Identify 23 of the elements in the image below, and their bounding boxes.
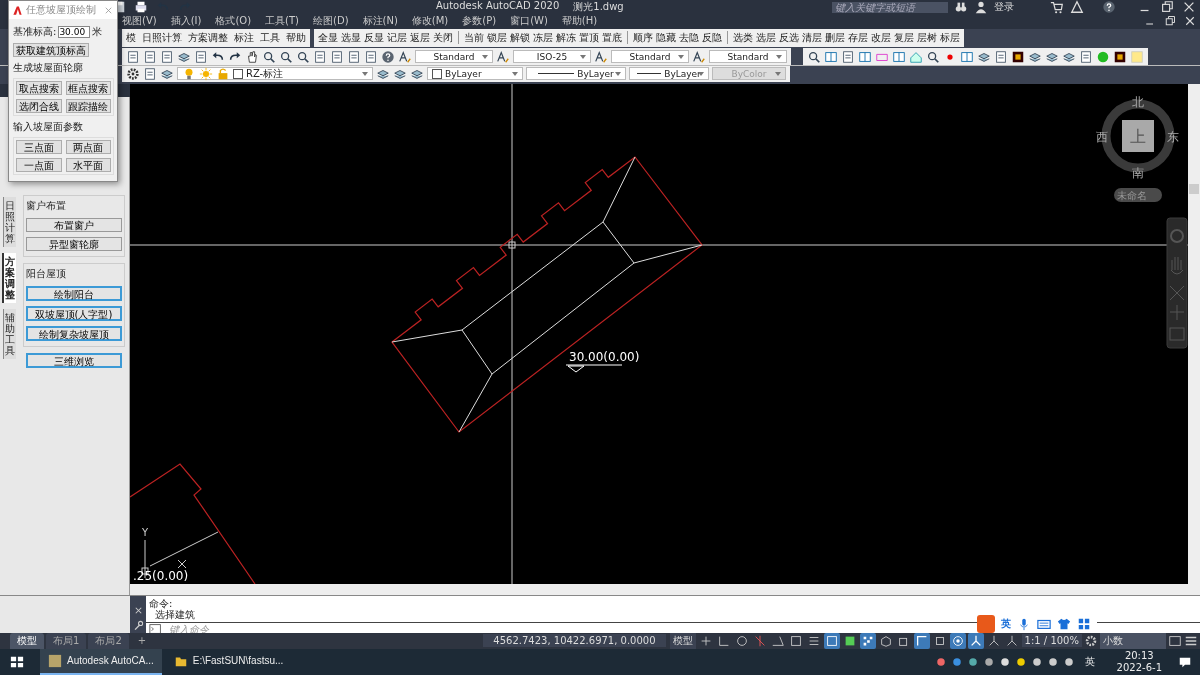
- group-title: 输入坡屋面参数: [13, 120, 84, 134]
- field-label: 基准标高:: [13, 25, 57, 39]
- command-history-line: 命令:: [149, 597, 173, 609]
- unit-label: 米: [92, 25, 103, 39]
- group-title: 窗户布置: [25, 198, 66, 213]
- file-name: 测光1.dwg: [573, 0, 624, 14]
- date: 2022-6-1: [1116, 661, 1162, 674]
- compass-label: 北: [1132, 94, 1144, 109]
- group-title: 生成坡屋面轮廓: [13, 61, 84, 75]
- dimension-text: .25(0.00): [133, 568, 189, 583]
- compass-label: 东: [1167, 129, 1179, 144]
- time: 20:13: [1124, 649, 1154, 662]
- group-title: 阳台屋顶: [25, 266, 66, 281]
- dialog-title: 任意坡屋顶绘制: [26, 3, 96, 17]
- dimension-text: 30.00(0.00): [569, 349, 640, 364]
- compass-label: 西: [1096, 129, 1108, 144]
- app-title: Autodesk AutoCAD 2020: [436, 0, 560, 13]
- viewcube-label: 上: [1130, 126, 1146, 146]
- command-history-line: 选择建筑: [154, 608, 196, 620]
- compass-label: 南: [1132, 165, 1144, 180]
- axis-label: Y: [142, 526, 149, 538]
- layer-name: RZ-标注: [246, 66, 284, 81]
- view-name: 未命名: [1117, 189, 1147, 201]
